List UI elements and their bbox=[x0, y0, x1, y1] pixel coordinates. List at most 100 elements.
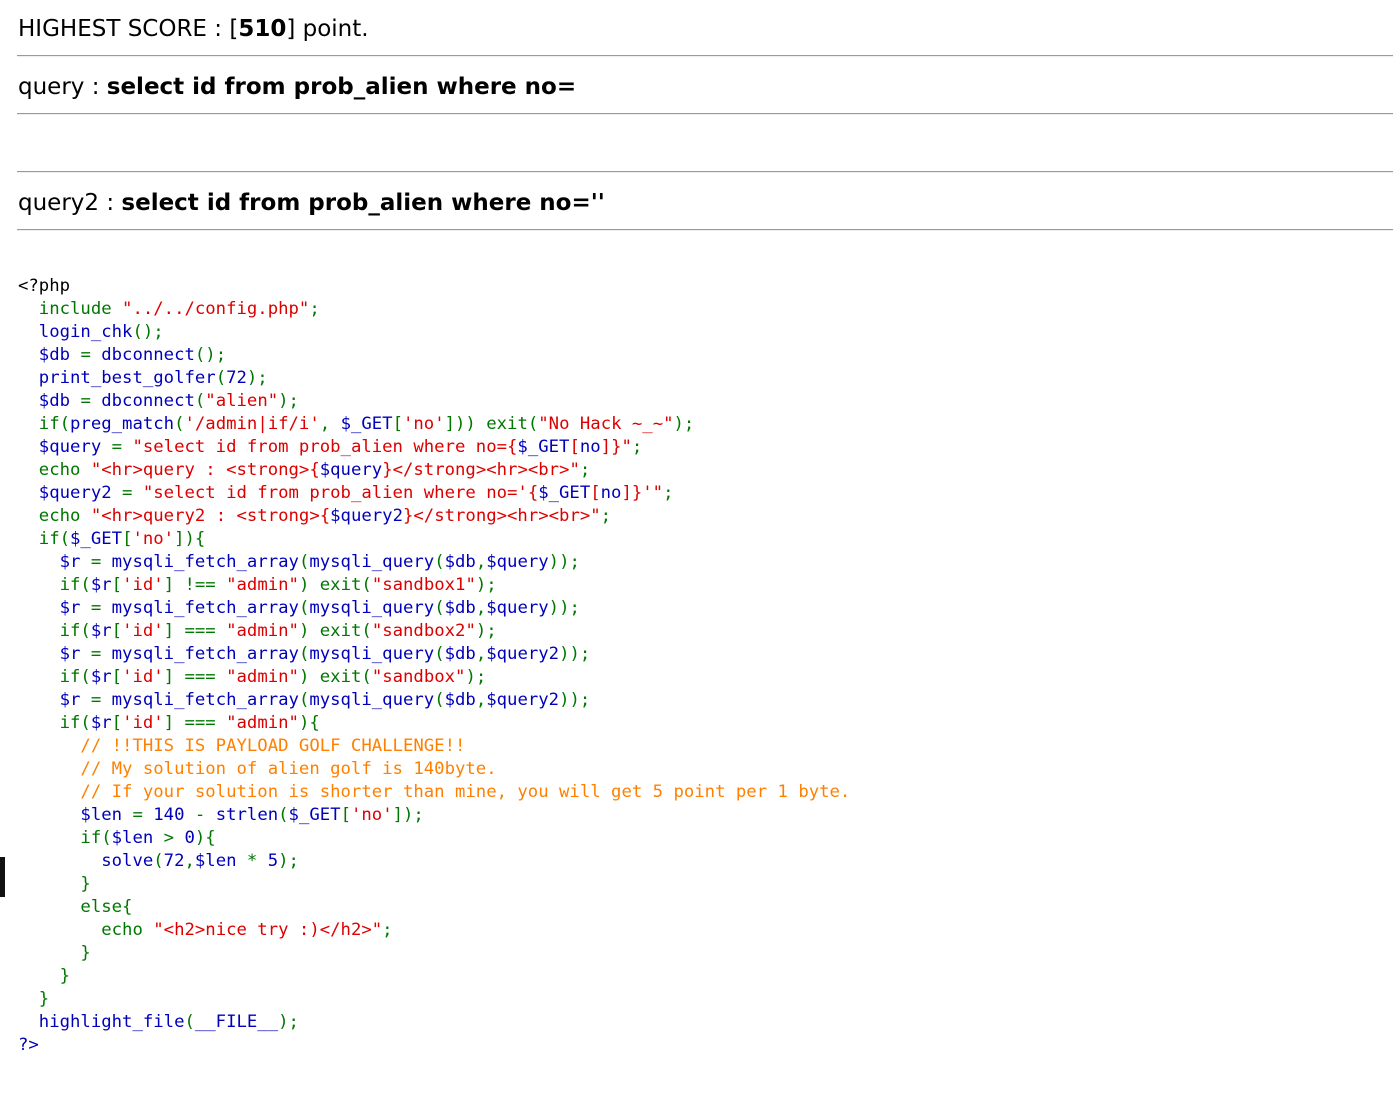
divider-4 bbox=[17, 229, 1393, 231]
source-token-keyword: ) exit( bbox=[298, 575, 372, 595]
score-prefix: HIGHEST SCORE : [ bbox=[18, 16, 239, 42]
source-token-keyword: - bbox=[194, 805, 216, 825]
source-token-default: 0 bbox=[184, 828, 195, 848]
source-line: include "../../config.php"; bbox=[18, 299, 320, 319]
source-token-default: $r bbox=[18, 598, 91, 618]
query1-value: select id from prob_alien where no= bbox=[106, 74, 577, 100]
source-token-default: $query bbox=[486, 552, 549, 572]
source-line: $query2 = "select id from prob_alien whe… bbox=[18, 483, 674, 503]
source-token-default: 5 bbox=[267, 851, 279, 871]
source-line: ?> bbox=[18, 1035, 39, 1055]
source-token-default: $db bbox=[18, 391, 81, 411]
source-line: } bbox=[18, 874, 91, 894]
source-token-keyword: if( bbox=[18, 713, 91, 733]
source-token-string: "../../config.php" bbox=[122, 299, 310, 319]
source-line: } bbox=[18, 943, 91, 963]
source-token-default: $query2 bbox=[486, 690, 560, 710]
source-token-string: }</strong><hr><br>" bbox=[402, 506, 601, 526]
source-token-keyword: } bbox=[18, 989, 50, 1009]
source-token-keyword: ( bbox=[434, 598, 445, 618]
source-line: $r = mysqli_fetch_array(mysqli_query($db… bbox=[18, 552, 580, 572]
source-token-string: "<h2>nice try :)</h2>" bbox=[153, 920, 383, 940]
source-line: $len = 140 - strlen($_GET['no']); bbox=[18, 805, 424, 825]
source-line: $r = mysqli_fetch_array(mysqli_query($db… bbox=[18, 598, 580, 618]
source-token-keyword: ])) exit( bbox=[444, 414, 539, 434]
source-token-keyword: , bbox=[475, 644, 487, 664]
source-token-keyword: = bbox=[80, 391, 102, 411]
source-token-string: [ bbox=[569, 437, 580, 457]
source-token-string: "admin" bbox=[226, 667, 299, 687]
source-token-string: 'id' bbox=[122, 621, 164, 641]
source-token-keyword: )); bbox=[559, 690, 591, 710]
source-line: $db = dbconnect("alien"); bbox=[18, 391, 299, 411]
query2-line: query2 : select id from prob_alien where… bbox=[18, 188, 605, 218]
source-token-keyword: ) exit( bbox=[298, 621, 372, 641]
source-token-keyword: = bbox=[90, 552, 112, 572]
source-token-default: $r bbox=[90, 621, 112, 641]
source-token-keyword: ); bbox=[475, 621, 497, 641]
source-token-keyword: if( bbox=[18, 414, 71, 434]
source-token-default: login_chk bbox=[18, 322, 133, 342]
source-token-string: "<hr>query2 : <strong>{ bbox=[90, 506, 331, 526]
source-token-string: "No Hack ~_~" bbox=[538, 414, 674, 434]
source-token-keyword: [ bbox=[111, 667, 123, 687]
source-token-default: $query2 bbox=[330, 506, 403, 526]
source-token-keyword: ]); bbox=[392, 805, 424, 825]
source-token-keyword: } bbox=[18, 874, 91, 894]
source-token-default: $_GET bbox=[340, 414, 393, 434]
query1-label: query : bbox=[18, 74, 107, 100]
source-token-string: "<hr>query : <strong>{ bbox=[90, 460, 320, 480]
source-token-default: $r bbox=[18, 552, 91, 572]
source-token-default: $_GET bbox=[70, 529, 123, 549]
source-token-keyword: [ bbox=[111, 713, 123, 733]
source-token-keyword: = bbox=[80, 345, 102, 365]
source-token-keyword: , bbox=[475, 552, 487, 572]
source-token-default: mysqli_fetch_array bbox=[111, 598, 299, 618]
source-token-string: "select id from prob_alien where no='{ bbox=[142, 483, 539, 503]
source-token-default: ?> bbox=[18, 1035, 39, 1055]
source-token-string: ]}" bbox=[600, 437, 632, 457]
source-line: if($r['id'] === "admin") exit("sandbox")… bbox=[18, 667, 487, 687]
source-token-default: mysqli_query bbox=[309, 552, 435, 572]
source-token-keyword: ); bbox=[673, 414, 695, 434]
source-token-keyword: } bbox=[18, 943, 91, 963]
source-token-string: 'id' bbox=[122, 713, 164, 733]
source-token-default: $len bbox=[111, 828, 164, 848]
source-token-string: 'no' bbox=[403, 414, 445, 434]
source-token-keyword: [ bbox=[392, 414, 403, 434]
source-token-keyword: echo bbox=[18, 920, 154, 940]
source-line: echo "<hr>query2 : <strong>{$query2}</st… bbox=[18, 506, 611, 526]
source-token-keyword: ]){ bbox=[174, 529, 206, 549]
source-line: if(preg_match('/admin|if/i', $_GET['no']… bbox=[18, 414, 695, 434]
source-token-keyword: ); bbox=[465, 667, 487, 687]
source-line: // My solution of alien golf is 140byte. bbox=[18, 759, 496, 779]
divider-2 bbox=[17, 113, 1393, 115]
source-token-default: $query2 bbox=[18, 483, 123, 503]
source-token-keyword: ( bbox=[434, 644, 445, 664]
source-token-string: "sandbox1" bbox=[371, 575, 476, 595]
source-token-keyword: ( bbox=[298, 598, 310, 618]
source-token-default: strlen bbox=[215, 805, 279, 825]
source-token-keyword: = bbox=[90, 644, 112, 664]
source-token-keyword: if( bbox=[18, 529, 71, 549]
divider-1 bbox=[17, 55, 1393, 57]
source-token-default: $db bbox=[444, 598, 476, 618]
source-token-default: solve bbox=[18, 851, 154, 871]
source-token-keyword: ( bbox=[298, 644, 310, 664]
source-token-keyword: ); bbox=[475, 575, 497, 595]
source-token-string: '/admin|if/i' bbox=[184, 414, 320, 434]
source-token-default: 72 bbox=[163, 851, 185, 871]
source-token-default: mysqli_query bbox=[309, 644, 435, 664]
source-token-keyword: (); bbox=[132, 322, 164, 342]
source-token-keyword: = bbox=[111, 437, 133, 457]
source-token-string: "admin" bbox=[226, 713, 299, 733]
source-line: $query = "select id from prob_alien wher… bbox=[18, 437, 643, 457]
source-line: highlight_file(__FILE__); bbox=[18, 1012, 299, 1032]
source-token-keyword: = bbox=[90, 690, 112, 710]
source-token-keyword: ) exit( bbox=[298, 667, 372, 687]
source-line: if($_GET['no']){ bbox=[18, 529, 206, 549]
source-token-keyword: ( bbox=[298, 552, 310, 572]
source-token-keyword: ( bbox=[434, 690, 445, 710]
source-token-keyword: * bbox=[246, 851, 268, 871]
source-token-keyword: ); bbox=[246, 368, 268, 388]
